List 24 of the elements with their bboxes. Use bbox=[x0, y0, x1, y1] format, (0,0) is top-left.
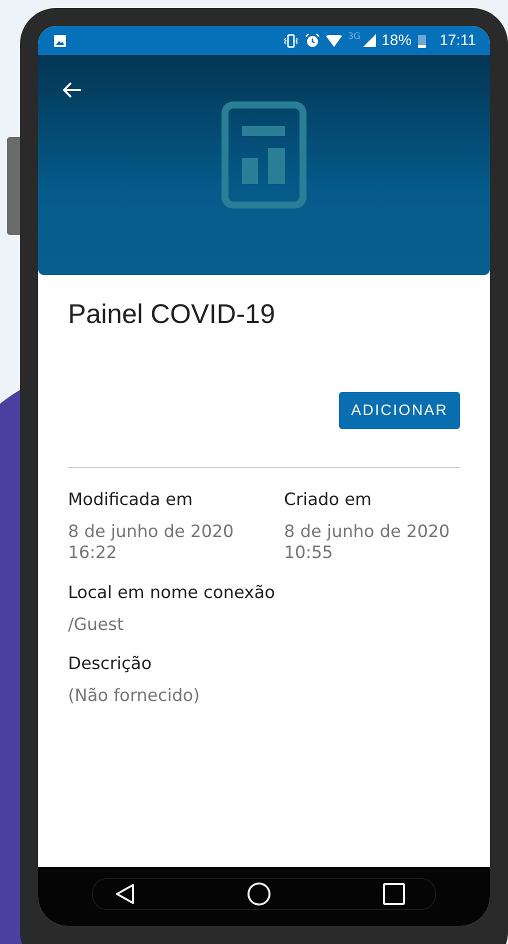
vibrate-icon bbox=[282, 34, 299, 48]
add-button[interactable]: ADICIONAR bbox=[339, 392, 460, 429]
field-value: 8 de junho de 2020 16:22 bbox=[68, 522, 235, 564]
recents-square-icon[interactable] bbox=[383, 882, 405, 904]
field-label: Local em nome conexão bbox=[68, 582, 276, 602]
back-arrow-icon bbox=[62, 81, 82, 99]
item-title: Painel COVID-19 bbox=[68, 299, 276, 330]
field-label: Modificada em bbox=[68, 490, 194, 510]
battery-icon bbox=[418, 34, 426, 48]
report-icon bbox=[221, 101, 307, 209]
network-type: 3G bbox=[348, 32, 361, 42]
clock: 17:11 bbox=[440, 32, 476, 49]
field-label: Criado em bbox=[284, 490, 373, 510]
battery-percent: 18% bbox=[382, 32, 412, 49]
signal-icon bbox=[362, 34, 376, 47]
wifi-icon bbox=[326, 34, 342, 46]
home-circle-icon[interactable] bbox=[247, 882, 271, 906]
field-value: (Não fornecido) bbox=[68, 686, 201, 707]
alarm-icon bbox=[304, 33, 320, 48]
field-value: /Guest bbox=[68, 614, 125, 636]
field-label: Descrição bbox=[68, 654, 153, 674]
field-value: 8 de junho de 2020 10:55 bbox=[284, 522, 451, 564]
back-triangle-icon[interactable] bbox=[115, 882, 135, 904]
image-icon bbox=[54, 34, 66, 46]
